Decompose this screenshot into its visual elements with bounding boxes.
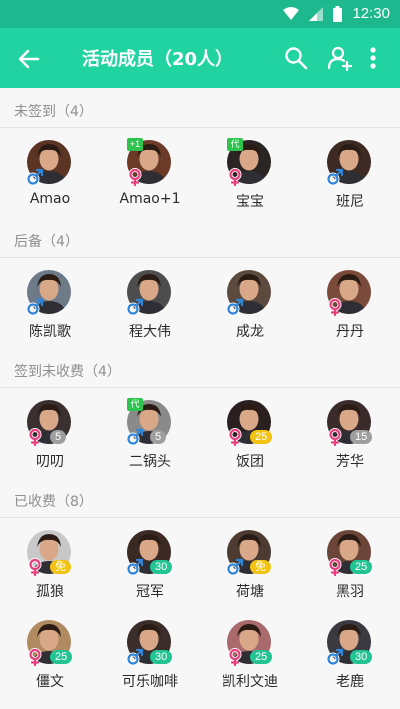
member-item[interactable]: 代宝宝: [200, 128, 300, 228]
member-item[interactable]: 免荷塘: [200, 518, 300, 618]
battery-icon: [333, 5, 343, 22]
app-bar: 活动成员（20人）: [0, 28, 400, 88]
fee-badge: 25: [50, 650, 73, 664]
section-title: 已收费（8）: [14, 494, 93, 510]
member-item[interactable]: +1 Amao+1: [100, 128, 200, 228]
female-icon: [328, 428, 342, 446]
member-name: Amao: [29, 191, 71, 207]
member-item[interactable]: 陈凯歌: [0, 258, 100, 358]
fee-badge: 5: [150, 430, 167, 444]
member-name: 班尼: [336, 194, 364, 210]
search-icon[interactable]: [282, 44, 310, 72]
member-item[interactable]: 25 僵文: [0, 608, 100, 708]
member-list[interactable]: 未签到（4） Amao +1 Amao+1 代宝宝 班尼 后备（4） 陈凯歌 程大伟 成龙 丹丹 签到…: [0, 88, 400, 709]
female-icon: [28, 428, 42, 446]
female-icon: [228, 428, 242, 446]
fee-badge: 25: [350, 560, 373, 574]
fee-badge: 免: [50, 560, 71, 574]
member-item[interactable]: 25 饭团: [200, 388, 300, 488]
male-icon: [126, 648, 144, 666]
member-name: Amao+1: [119, 191, 181, 207]
male-icon: [26, 168, 44, 186]
fee-badge: 25: [250, 430, 273, 444]
section-header: 未签到（4）: [0, 88, 400, 128]
member-name: 宝宝: [236, 194, 264, 210]
member-name: 凯利文迪: [222, 674, 278, 690]
back-arrow-icon[interactable]: [14, 44, 44, 74]
member-name: 老鹿: [336, 674, 364, 690]
male-icon: [126, 298, 144, 316]
proxy-tag: +1: [127, 138, 143, 151]
female-icon: [328, 558, 342, 576]
more-vert-icon[interactable]: [366, 44, 380, 72]
section-title: 签到未收费（4）: [14, 364, 121, 380]
fee-badge: 30: [350, 650, 373, 664]
female-icon: [28, 558, 42, 576]
member-item[interactable]: 代 5 二锅头: [100, 388, 200, 488]
member-item[interactable]: Amao: [0, 128, 100, 228]
member-name: 芳华: [336, 454, 364, 470]
female-icon: [228, 168, 242, 186]
member-item[interactable]: 25 黑羽: [300, 518, 400, 618]
section-title: 后备（4）: [14, 234, 79, 250]
member-item[interactable]: 30 可乐咖啡: [100, 608, 200, 708]
fee-badge: 免: [250, 560, 271, 574]
section-header: 签到未收费（4）: [0, 348, 400, 388]
female-icon: [28, 648, 42, 666]
status-bar: 12:30: [0, 0, 400, 28]
status-time: 12:30: [352, 5, 390, 22]
member-name: 二锅头: [129, 454, 171, 470]
section-header: 已收费（8）: [0, 478, 400, 518]
member-name: 饭团: [236, 454, 264, 470]
member-item[interactable]: 程大伟: [100, 258, 200, 358]
member-name: 黑羽: [336, 584, 364, 600]
page-title: 活动成员（20人）: [82, 49, 234, 70]
male-icon: [326, 648, 344, 666]
proxy-tag: 代: [127, 398, 143, 411]
female-icon: [328, 298, 342, 316]
member-name: 荷塘: [236, 584, 264, 600]
member-item[interactable]: 丹丹: [300, 258, 400, 358]
male-icon: [26, 298, 44, 316]
male-icon: [326, 168, 344, 186]
member-name: 叨叨: [36, 454, 64, 470]
female-icon: [228, 648, 242, 666]
member-item[interactable]: 25 凯利文迪: [200, 608, 300, 708]
member-item[interactable]: 30 老鹿: [300, 608, 400, 708]
member-item[interactable]: 班尼: [300, 128, 400, 228]
member-name: 程大伟: [129, 324, 171, 340]
fee-badge: 30: [150, 650, 173, 664]
male-icon: [226, 558, 244, 576]
member-item[interactable]: 30 冠军: [100, 518, 200, 618]
male-icon: [126, 428, 144, 446]
member-name: 僵文: [36, 674, 64, 690]
wifi-icon: [283, 6, 300, 20]
member-name: 丹丹: [336, 324, 364, 340]
fee-badge: 15: [350, 430, 373, 444]
member-name: 陈凯歌: [29, 324, 71, 340]
member-item[interactable]: 免孤狼: [0, 518, 100, 618]
fee-badge: 25: [250, 650, 273, 664]
section-title: 未签到（4）: [14, 104, 93, 120]
member-item[interactable]: 成龙: [200, 258, 300, 358]
member-name: 孤狼: [36, 584, 64, 600]
member-name: 成龙: [236, 324, 264, 340]
section-header: 后备（4）: [0, 218, 400, 258]
fee-badge: 5: [50, 430, 67, 444]
signal-icon: [309, 6, 324, 21]
add-person-icon[interactable]: [326, 44, 354, 72]
female-icon: [128, 168, 142, 186]
male-icon: [226, 298, 244, 316]
fee-badge: 30: [150, 560, 173, 574]
member-item[interactable]: 15 芳华: [300, 388, 400, 488]
member-item[interactable]: 5 叨叨: [0, 388, 100, 488]
proxy-tag: 代: [227, 138, 243, 151]
male-icon: [126, 558, 144, 576]
member-name: 可乐咖啡: [122, 674, 178, 690]
member-name: 冠军: [136, 584, 164, 600]
